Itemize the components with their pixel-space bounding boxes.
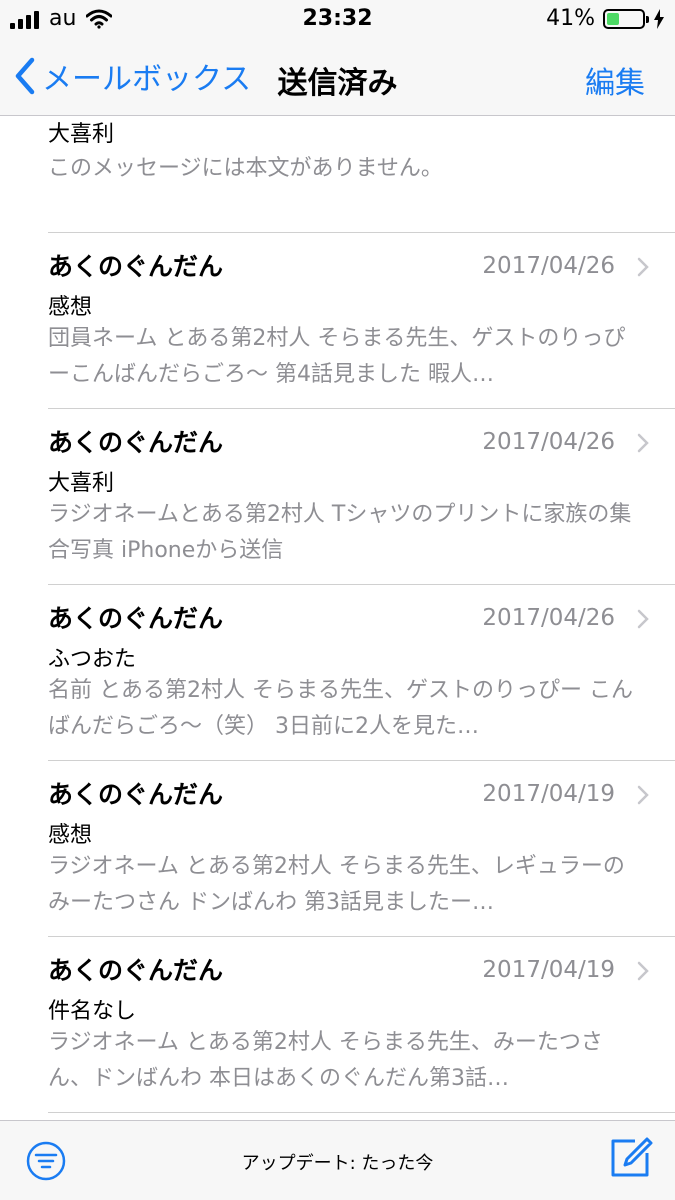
mail-date: 2017/04/19 [482, 781, 615, 807]
mail-preview: ラジオネームとある第2村人 Tシャツのプリントに家族の集合写真 iPhoneから… [48, 502, 632, 563]
mail-sender: あくのぐんだん [48, 956, 224, 985]
chevron-right-icon [637, 257, 649, 277]
mail-subject: 大喜利 [48, 122, 115, 147]
mail-sender: あくのぐんだん [48, 604, 224, 633]
mail-date: 2017/04/26 [482, 429, 615, 455]
mail-preview: 団員ネーム とある第2村人 そらまる先生、ゲストのりっぴーこんばんだらごろ〜 第… [48, 326, 626, 387]
mail-sender: あくのぐんだん [48, 780, 224, 809]
navigation-bar: メールボックス 送信済み 編集 [0, 40, 675, 116]
status-bar: au 23:32 41% [0, 0, 675, 40]
mail-item[interactable]: あくのぐんだん 2017/04/19 件名なし ラジオネーム とある第2村人 そ… [48, 937, 675, 1113]
mail-preview: このメッセージには本文がありません。 [48, 156, 443, 181]
mail-subject: 感想 [48, 823, 93, 848]
chevron-left-icon [15, 57, 35, 95]
mail-subject: 大喜利 [48, 471, 115, 496]
battery-icon [603, 8, 649, 29]
status-right: 41% [546, 6, 665, 31]
mail-preview: 名前 とある第2村人 そらまる先生、ゲストのりっぴー こんばんだらごろ〜（笑） … [48, 678, 633, 739]
mail-sender: あくのぐんだん [48, 428, 224, 457]
mail-item[interactable]: あくのぐんだん 2017/04/26 大喜利 ラジオネームとある第2村人 Tシャ… [48, 409, 675, 585]
mail-item-partial[interactable]: 大喜利 このメッセージには本文がありません。 [48, 116, 675, 233]
mail-item[interactable]: あくのぐんだん 2017/04/19 感想 ラジオネーム とある第2村人 そらま… [48, 761, 675, 937]
charging-bolt-icon [654, 8, 664, 29]
update-status: アップデート: たった今 [241, 1153, 434, 1174]
mail-date: 2017/04/26 [482, 605, 615, 631]
bottom-toolbar: アップデート: たった今 [0, 1120, 675, 1200]
battery-percent: 41% [546, 6, 595, 31]
chevron-right-icon [637, 785, 649, 805]
mail-preview: ラジオネーム とある第2村人 そらまる先生、みーたつさん、ドンばんわ 本日はあく… [48, 1030, 603, 1091]
mail-subject: 件名なし [48, 999, 137, 1024]
mail-sender: あくのぐんだん [48, 252, 224, 281]
edit-button[interactable]: 編集 [585, 58, 645, 102]
mail-date: 2017/04/26 [482, 253, 615, 279]
compose-icon[interactable] [609, 1135, 653, 1179]
back-button[interactable]: メールボックス [14, 54, 251, 98]
mail-subject: 感想 [48, 295, 93, 320]
chevron-right-icon [637, 961, 649, 981]
mail-item[interactable]: あくのぐんだん 2017/04/26 感想 団員ネーム とある第2村人 そらまる… [48, 233, 675, 409]
chevron-right-icon [637, 433, 649, 453]
mail-subject: ふつおた [48, 647, 137, 672]
back-button-label: メールボックス [42, 62, 252, 97]
mail-preview: ラジオネーム とある第2村人 そらまる先生、レギュラーのみーたつさん ドンばんわ… [48, 854, 625, 915]
mail-date: 2017/04/19 [482, 957, 615, 983]
mail-item[interactable]: あくのぐんだん 2017/04/26 ふつおた 名前 とある第2村人 そらまる先… [48, 585, 675, 761]
chevron-right-icon [637, 609, 649, 629]
